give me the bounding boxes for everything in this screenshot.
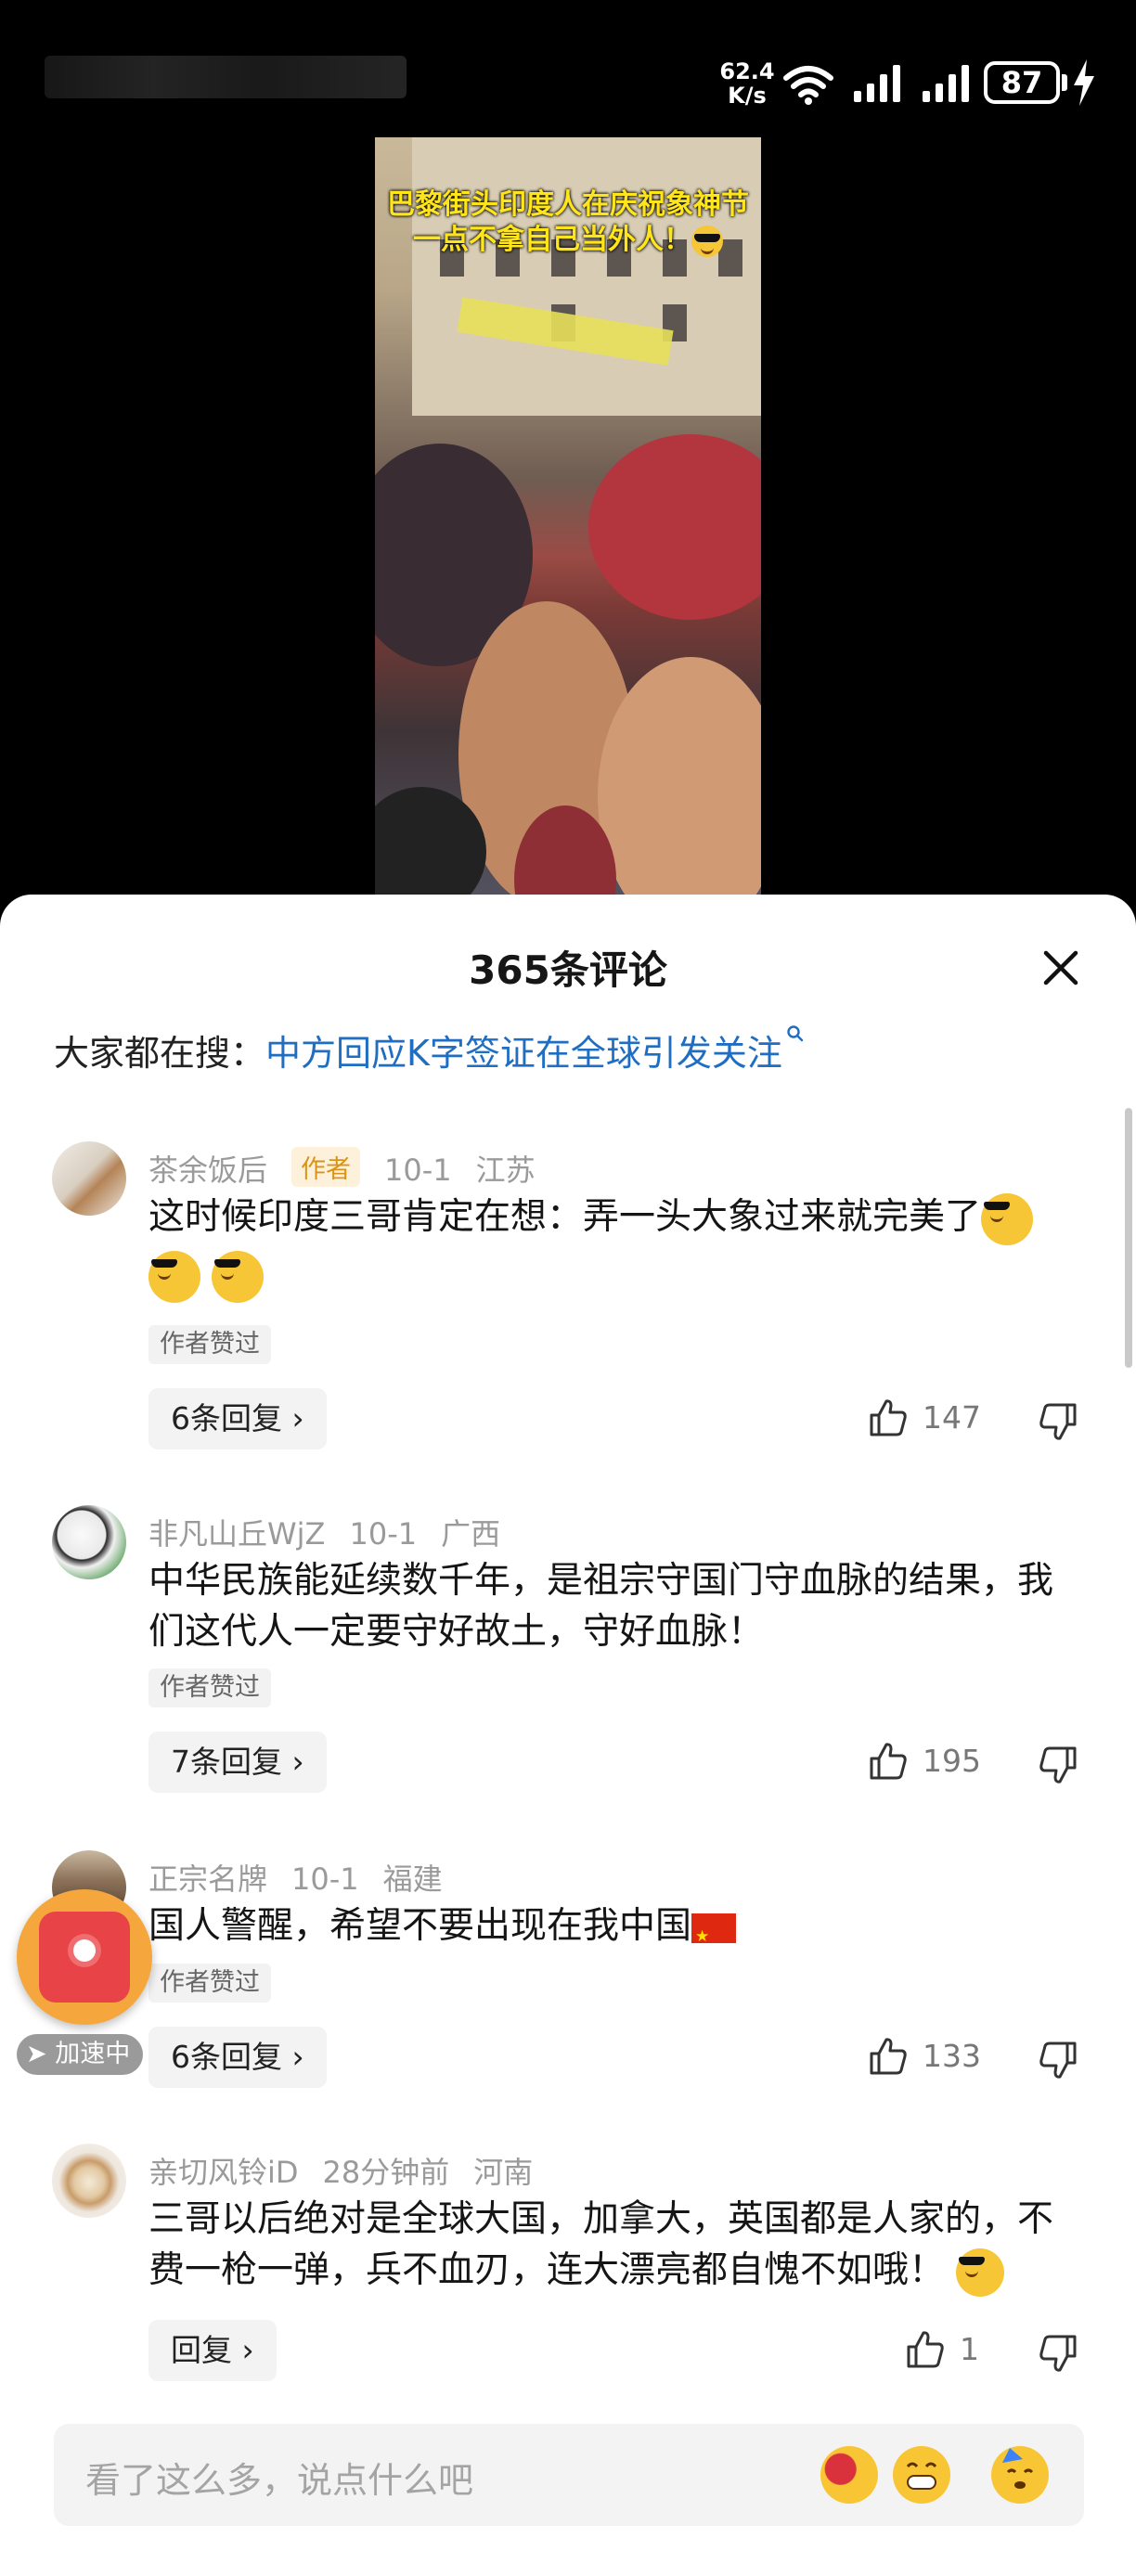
status-bar-blurred-area	[45, 56, 407, 98]
laughing-emoji-icon	[956, 2248, 1005, 2297]
comment-location: 河南	[473, 2155, 534, 2190]
grin-emoji-icon[interactable]	[893, 2446, 950, 2504]
scrollbar[interactable]	[1125, 1108, 1132, 1368]
comment-location: 江苏	[475, 1153, 536, 1188]
trending-query-link[interactable]: 中方回应K字签证在全球引发关注	[265, 1033, 782, 1074]
comment-text[interactable]: 三哥以后绝对是全球大国，加拿大，英国都是人家的，不费一枪一弹，兵不血刃，连大漂亮…	[148, 2194, 1086, 2297]
party-emoji-face	[1002, 2448, 1034, 2489]
comment-text[interactable]: 中华民族能延续数千年，是祖宗守国门守血脉的结果，我们这代人一定要守好故土，守好血…	[148, 1555, 1086, 1657]
dislike-icon[interactable]	[1038, 1401, 1078, 1442]
like-icon[interactable]	[905, 2329, 946, 2370]
sunglasses-emoji-icon	[148, 1250, 200, 1303]
comment-username[interactable]: 正宗名牌	[148, 1861, 267, 1897]
video-crowd	[588, 434, 761, 620]
comment-input-placeholder: 看了这么多，说点什么吧	[85, 2460, 474, 2501]
comment-date: 10-1	[349, 1516, 418, 1552]
sunglasses-emoji-icon	[212, 1250, 265, 1303]
comment-date: 10-1	[291, 1861, 359, 1897]
avatar[interactable]	[52, 2144, 126, 2218]
video-building	[412, 137, 761, 416]
red-envelope-seal	[73, 1939, 96, 1962]
view-replies-button[interactable]: 6条回复 ›	[148, 2027, 327, 2088]
comment-date: 10-1	[384, 1153, 452, 1188]
signal-icon	[854, 65, 900, 102]
like-count: 133	[923, 2038, 981, 2074]
comment-text[interactable]: 国人警醒，希望不要出现在我中国	[148, 1900, 1086, 1963]
like-icon[interactable]	[868, 2036, 909, 2077]
trending-label: 大家都在搜：	[54, 1033, 266, 1074]
search-icon	[787, 1025, 804, 1042]
trending-search[interactable]: 大家都在搜：中方回应K字签证在全球引发关注	[54, 1024, 805, 1075]
view-replies-button[interactable]: 7条回复 ›	[148, 1732, 327, 1793]
comment-text[interactable]: 这时候印度三哥肯定在想：弄一头大象过来就完美了	[148, 1191, 1086, 1303]
comment-date: 28分钟前	[322, 2155, 450, 2190]
dislike-icon[interactable]	[1038, 2040, 1078, 2080]
kiss-emoji-icon[interactable]	[820, 2446, 878, 2504]
china-flag-icon	[691, 1912, 737, 1963]
comment-input[interactable]: 看了这么多，说点什么吧	[54, 2424, 1084, 2526]
like-count: 195	[923, 1743, 981, 1779]
comment-username[interactable]: 非凡山丘WjZ	[148, 1516, 325, 1552]
video-caption: 巴黎街头印度人在庆祝象神节 一点不拿自己当外人！	[387, 188, 749, 257]
like-icon[interactable]	[868, 1741, 909, 1782]
grin-emoji-face	[906, 2462, 937, 2490]
wifi-icon	[783, 66, 833, 105]
boost-status-pill: ➤ 加速中	[17, 2034, 144, 2075]
reply-button[interactable]: 回复 ›	[148, 2320, 277, 2381]
comment-username[interactable]: 茶余饭后	[148, 1153, 267, 1188]
comment-meta: 亲切风铃iD 28分钟前 河南	[148, 2149, 557, 2192]
comment-meta: 正宗名牌 10-1 福建	[148, 1856, 467, 1899]
signal-icon-2	[923, 65, 969, 102]
rocket-icon: ➤	[26, 2040, 56, 2068]
sunglasses-emoji-icon	[981, 1192, 1034, 1245]
dislike-icon[interactable]	[1038, 2333, 1078, 2374]
view-replies-button[interactable]: 6条回复 ›	[148, 1388, 327, 1449]
avatar[interactable]	[52, 1505, 126, 1579]
comment-location: 广西	[441, 1516, 501, 1552]
network-speed: 62.4 K/s	[719, 58, 775, 109]
party-emoji-icon[interactable]	[991, 2446, 1049, 2504]
like-count: 1	[960, 2331, 979, 2367]
red-envelope-icon	[39, 1912, 130, 2003]
status-bar: 62.4 K/s 87	[0, 0, 1136, 139]
floating-reward-button[interactable]	[17, 1889, 152, 2025]
comment-username[interactable]: 亲切风铃iD	[148, 2155, 299, 2190]
close-icon[interactable]	[1038, 945, 1084, 991]
battery-icon: 87	[984, 61, 1060, 104]
comment-location: 福建	[382, 1861, 443, 1897]
comment-meta: 非凡山丘WjZ 10-1 广西	[148, 1511, 524, 1553]
battery-cap	[1062, 74, 1067, 91]
sunglasses-emoji-icon	[691, 225, 723, 257]
author-liked-tag: 作者赞过	[148, 1325, 271, 1364]
comment-meta: 茶余饭后 作者 10-1 江苏	[148, 1147, 560, 1190]
like-count: 147	[923, 1399, 981, 1436]
like-icon[interactable]	[868, 1397, 909, 1438]
video-player[interactable]: 巴黎街头印度人在庆祝象神节 一点不拿自己当外人！	[375, 137, 761, 898]
author-tag: 作者	[291, 1147, 361, 1187]
author-liked-tag: 作者赞过	[148, 1668, 271, 1707]
comment-count-title: 365条评论	[469, 947, 667, 993]
dislike-icon[interactable]	[1038, 1745, 1078, 1785]
author-liked-tag: 作者赞过	[148, 1964, 271, 2003]
charging-bolt-icon	[1074, 59, 1094, 106]
avatar[interactable]	[52, 1141, 126, 1216]
